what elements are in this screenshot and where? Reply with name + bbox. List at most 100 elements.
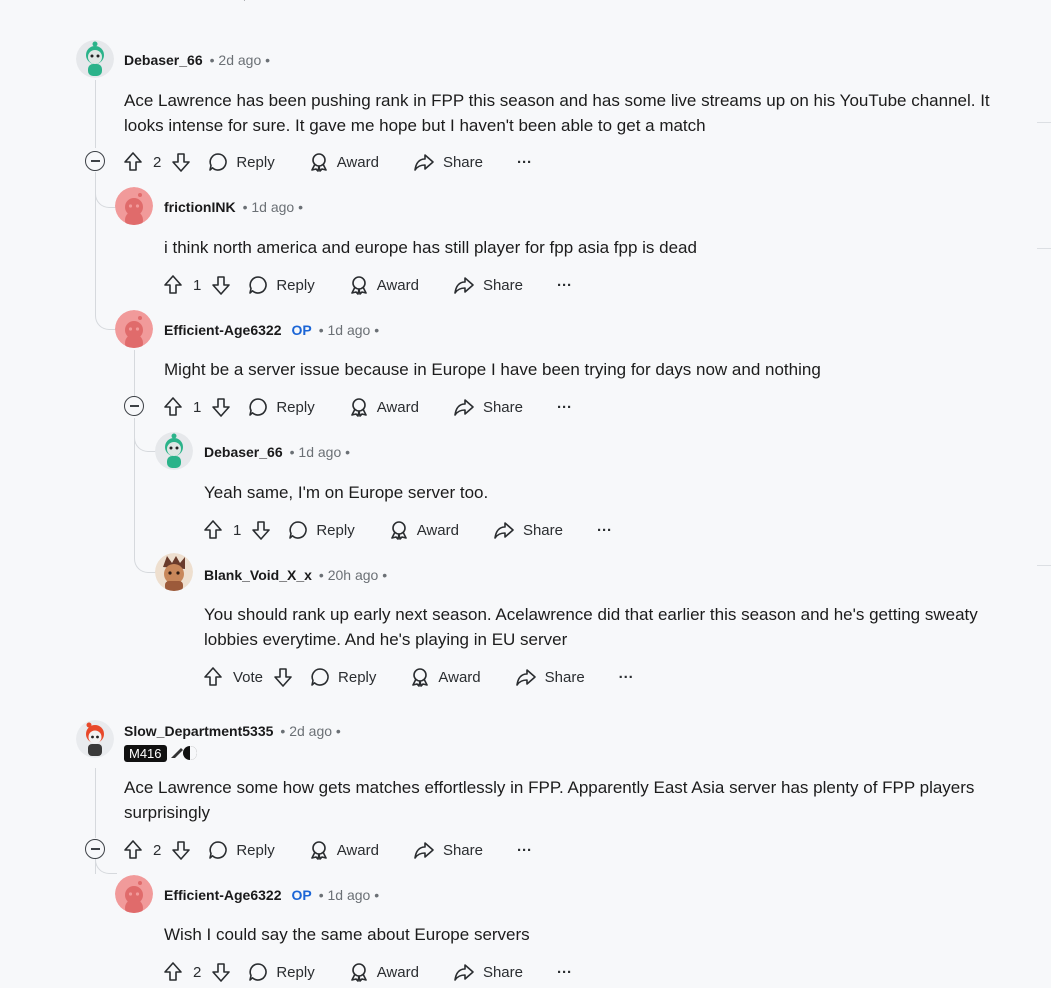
edge-divider: [1037, 565, 1051, 566]
upvote-icon: [164, 397, 182, 416]
share-button[interactable]: Share: [453, 392, 523, 422]
award-icon: [350, 276, 367, 295]
downvote-button[interactable]: [170, 835, 192, 865]
upvote-button[interactable]: [162, 957, 184, 987]
more-options-button[interactable]: ···: [517, 147, 532, 177]
author-name[interactable]: Slow_Department5335: [124, 723, 273, 739]
timestamp[interactable]: • 1d ago •: [290, 444, 350, 460]
share-button[interactable]: Share: [413, 835, 483, 865]
avatar[interactable]: [155, 432, 193, 470]
downvote-button[interactable]: [272, 662, 294, 692]
avatar[interactable]: [76, 720, 114, 758]
more-icon: ···: [516, 153, 532, 171]
downvote-button[interactable]: [210, 270, 232, 300]
reply-button[interactable]: Reply: [208, 835, 275, 865]
reply-button[interactable]: Reply: [208, 147, 275, 177]
award-button[interactable]: Award: [349, 957, 419, 987]
upvote-button[interactable]: [202, 662, 224, 692]
share-button[interactable]: Share: [453, 957, 523, 987]
upvote-button[interactable]: [202, 515, 224, 545]
more-options-button[interactable]: ···: [557, 957, 572, 987]
collapse-icon[interactable]: [85, 151, 105, 171]
author-name[interactable]: frictionINK: [164, 199, 236, 215]
author-name[interactable]: Efficient-Age6322: [164, 322, 281, 338]
award-button[interactable]: Award: [389, 515, 459, 545]
award-button[interactable]: Award: [309, 147, 379, 177]
award-button[interactable]: Award: [309, 835, 379, 865]
avatar-default-icon: [115, 875, 153, 913]
op-badge: OP: [291, 322, 312, 338]
clipped-actions-row: [160, 0, 520, 4]
more-options-button[interactable]: ···: [597, 515, 612, 545]
more-icon: ···: [516, 841, 532, 859]
share-button[interactable]: Share: [453, 270, 523, 300]
comment-body: Yeah same, I'm on Europe server too.: [204, 483, 489, 502]
reply-label: Reply: [316, 521, 355, 539]
avatar-default-icon: [115, 187, 153, 225]
reply-button[interactable]: Reply: [248, 957, 315, 987]
share-button[interactable]: Share: [413, 147, 483, 177]
downvote-button[interactable]: [210, 957, 232, 987]
award-label: Award: [376, 963, 419, 981]
award-button[interactable]: Award: [349, 270, 419, 300]
edge-divider: [1037, 122, 1051, 123]
downvote-icon: [212, 398, 231, 417]
comment-meta: Debaser_66 • 2d ago •: [124, 50, 270, 70]
timestamp[interactable]: • 2d ago •: [210, 52, 270, 68]
reply-icon: [249, 963, 268, 981]
reply-button[interactable]: Reply: [288, 515, 355, 545]
vote-count: 2: [193, 963, 202, 981]
author-name[interactable]: Debaser_66: [124, 52, 203, 68]
downvote-button[interactable]: [170, 147, 192, 177]
collapse-icon[interactable]: [85, 839, 105, 859]
more-options-button[interactable]: ···: [557, 270, 572, 300]
award-button[interactable]: Award: [410, 662, 481, 692]
avatar-debaser-icon: [76, 40, 114, 78]
share-label: Share: [482, 963, 523, 981]
share-button[interactable]: Share: [493, 515, 563, 545]
award-button[interactable]: Award: [349, 392, 419, 422]
thread-curve: [134, 428, 156, 452]
thread-line: [134, 350, 135, 396]
action-bar: Vote Reply Award Share ···: [202, 662, 634, 692]
collapse-icon[interactable]: [124, 396, 144, 416]
timestamp[interactable]: • 2d ago •: [280, 723, 340, 739]
timestamp[interactable]: • 1d ago •: [319, 322, 379, 338]
more-options-button[interactable]: ···: [619, 662, 634, 692]
avatar[interactable]: [115, 875, 153, 913]
timestamp[interactable]: • 20h ago •: [319, 567, 387, 583]
avatar[interactable]: [76, 40, 114, 78]
author-name[interactable]: Blank_Void_X_x: [204, 567, 312, 583]
downvote-button[interactable]: [210, 392, 232, 422]
share-icon: [494, 522, 514, 539]
author-name[interactable]: Debaser_66: [204, 444, 283, 460]
author-name[interactable]: Efficient-Age6322: [164, 887, 281, 903]
more-options-button[interactable]: ···: [517, 835, 532, 865]
upvote-icon: [164, 962, 182, 981]
award-label: Award: [336, 841, 379, 859]
reply-icon: [209, 841, 228, 859]
timestamp[interactable]: • 1d ago •: [319, 887, 379, 903]
upvote-button[interactable]: [162, 392, 184, 422]
upvote-button[interactable]: [162, 270, 184, 300]
upvote-button[interactable]: [122, 147, 144, 177]
more-options-button[interactable]: ···: [557, 392, 572, 422]
award-label: Award: [336, 153, 379, 171]
comment-body: Might be a server issue because in Europ…: [164, 360, 821, 379]
share-label: Share: [442, 841, 483, 859]
reply-button[interactable]: Reply: [310, 662, 376, 692]
reply-button[interactable]: Reply: [248, 392, 315, 422]
upvote-icon: [204, 520, 222, 539]
downvote-button[interactable]: [250, 515, 272, 545]
share-button[interactable]: Share: [515, 662, 585, 692]
reply-button[interactable]: Reply: [248, 270, 315, 300]
timestamp[interactable]: • 1d ago •: [243, 199, 303, 215]
action-bar: 2 Reply Award Share ···: [122, 147, 532, 177]
avatar[interactable]: [115, 310, 153, 348]
downvote-icon: [172, 153, 191, 172]
avatar[interactable]: [155, 553, 193, 591]
upvote-button[interactable]: [122, 835, 144, 865]
award-label: Award: [438, 668, 481, 686]
avatar[interactable]: [115, 187, 153, 225]
share-label: Share: [544, 668, 585, 686]
